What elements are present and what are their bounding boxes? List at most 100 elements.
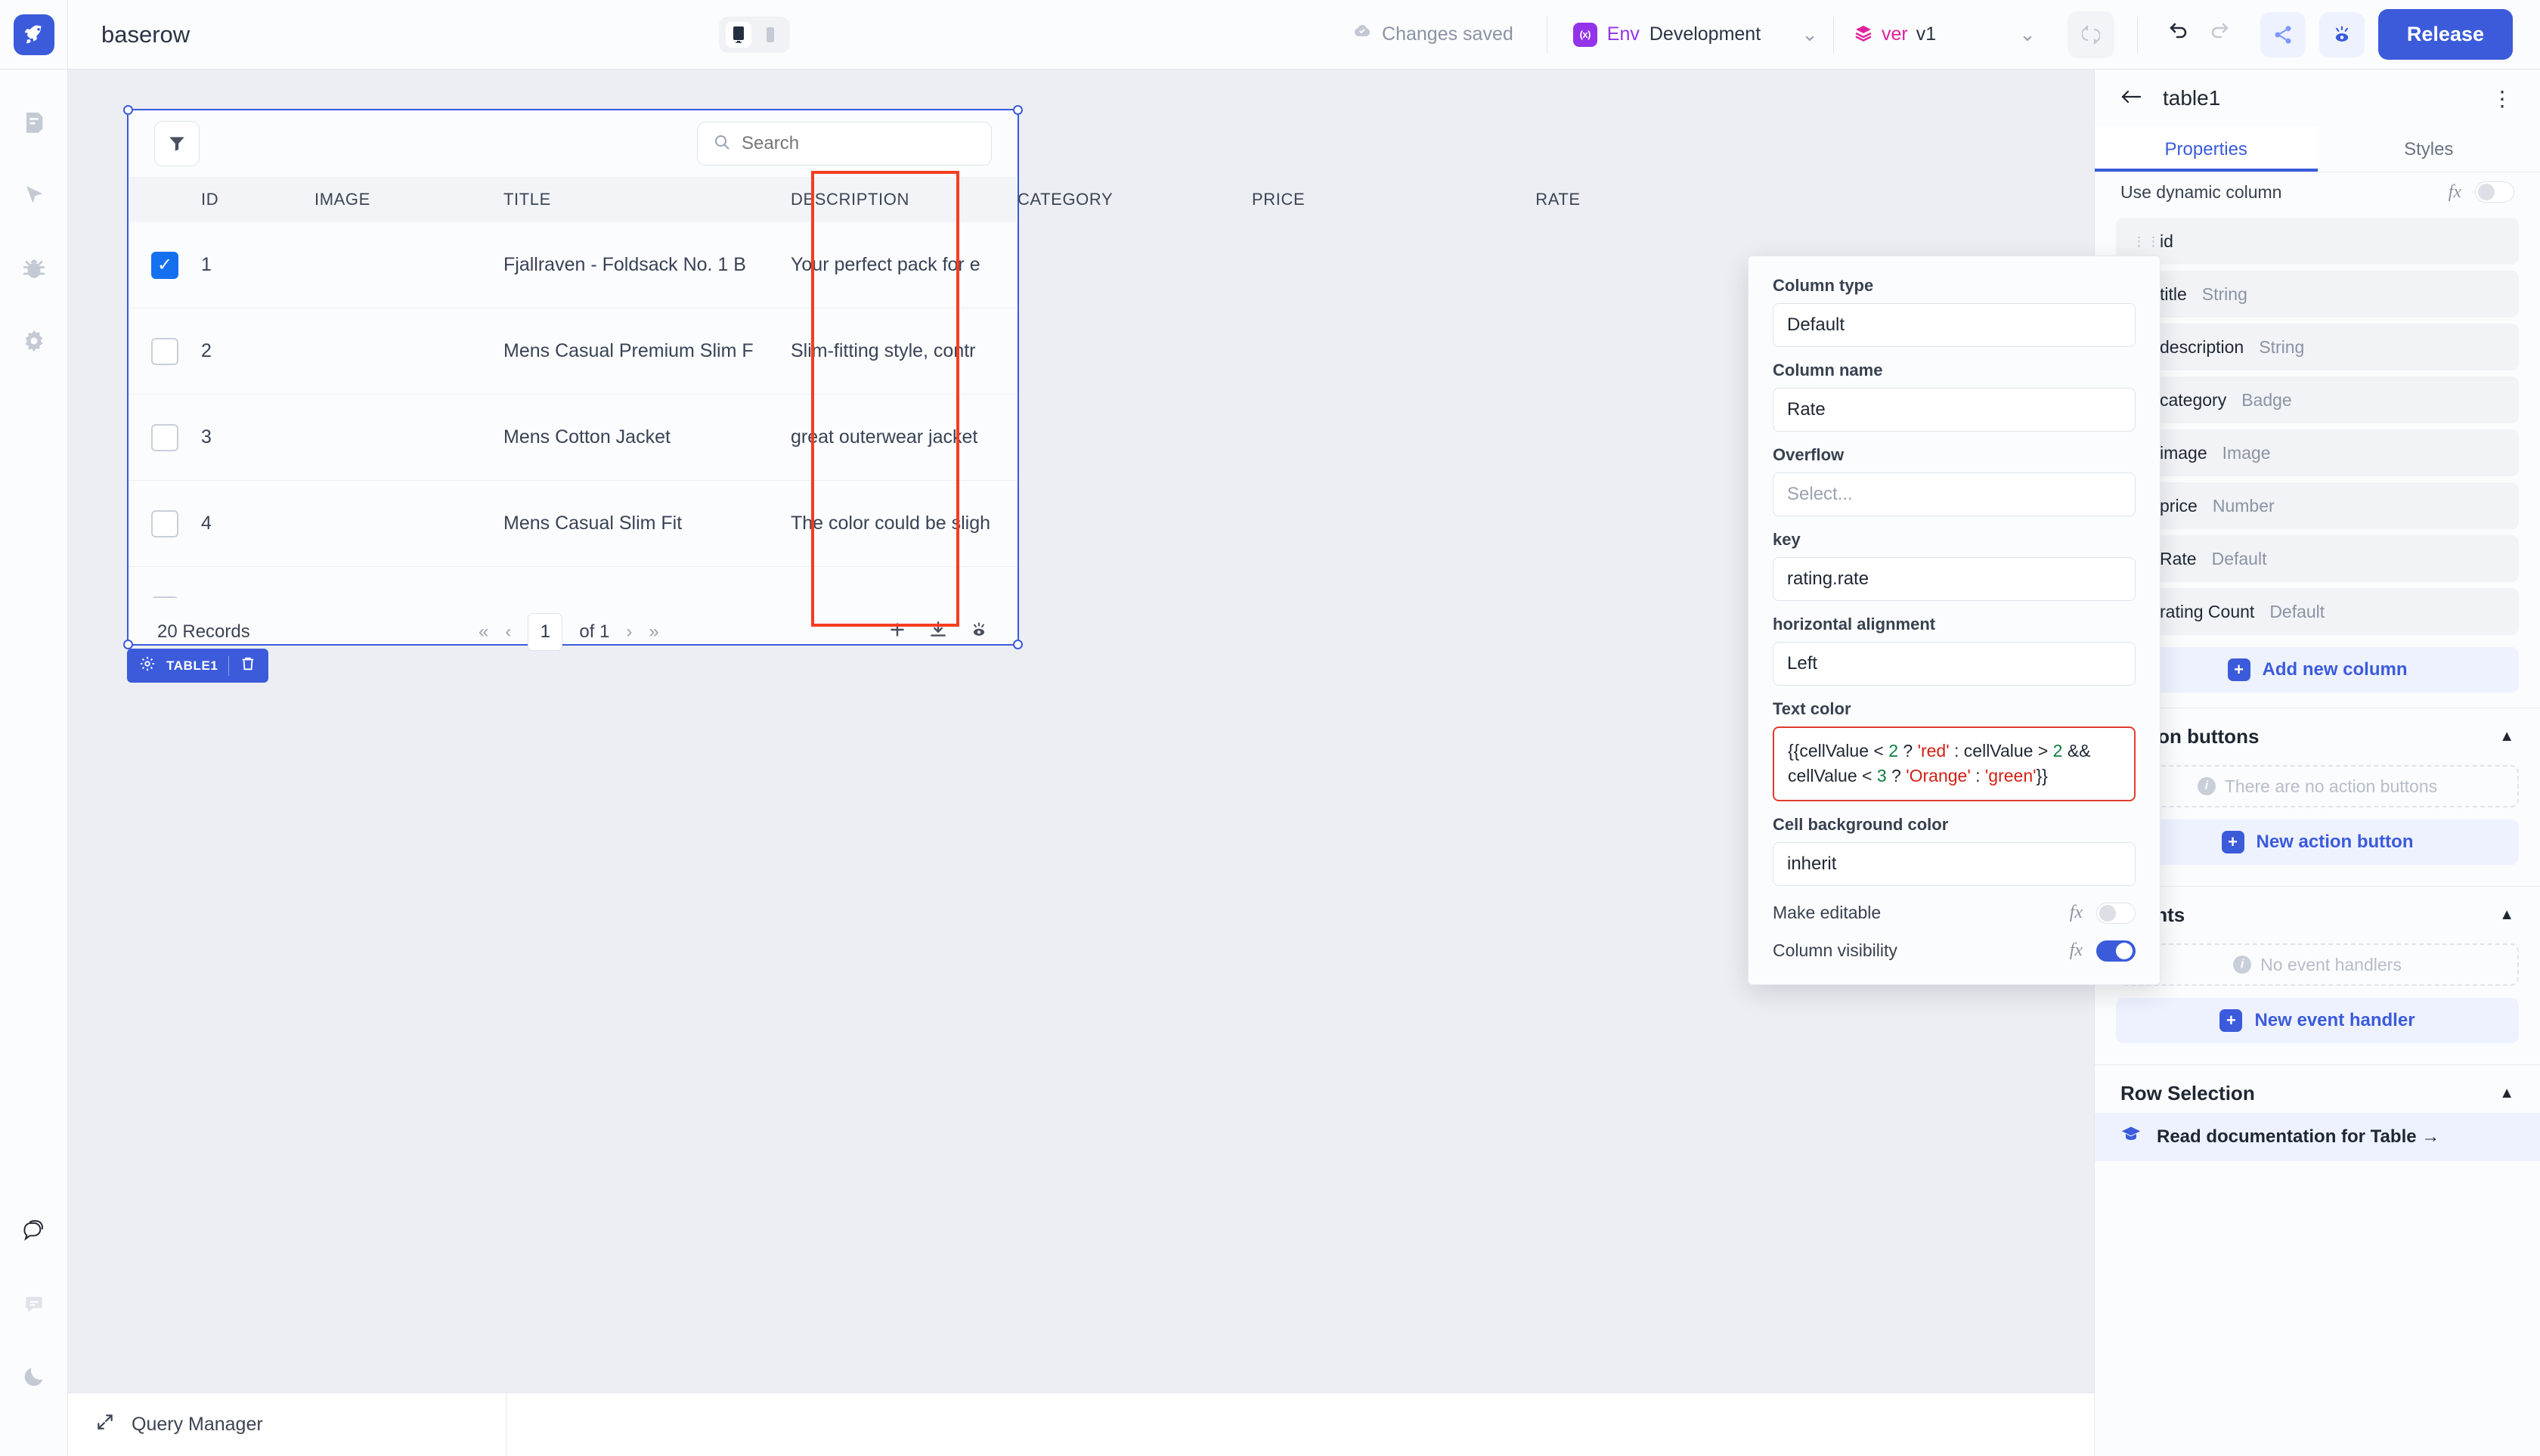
dark-mode-moon-icon[interactable] xyxy=(11,1353,57,1400)
widget-tag[interactable]: TABLE1 xyxy=(127,649,268,683)
row-checkbox[interactable] xyxy=(151,510,178,537)
cell-title: Fjallraven - Foldsack No. 1 B xyxy=(503,254,791,276)
row-checkbox-cell[interactable]: ✓ xyxy=(129,252,201,279)
page-number-input[interactable]: 1 xyxy=(528,613,562,651)
column-list-item[interactable]: ⋮⋮ image Image xyxy=(2116,429,2519,476)
settings-gear-icon[interactable] xyxy=(11,318,57,364)
column-list-item[interactable]: ⋮⋮ Rate Default xyxy=(2116,535,2519,582)
column-visibility-row: Column visibility fx xyxy=(1773,940,2136,962)
redo-icon[interactable] xyxy=(2209,20,2233,49)
header-price[interactable]: PRICE xyxy=(1252,190,1479,209)
collapse-caret-icon[interactable]: ▲ xyxy=(2499,906,2514,924)
row-checkbox-cell[interactable] xyxy=(129,424,201,451)
tab-styles[interactable]: Styles xyxy=(2318,127,2540,172)
mobile-icon[interactable] xyxy=(757,22,783,48)
make-editable-toggle[interactable] xyxy=(2096,903,2136,924)
cell-image xyxy=(314,320,503,383)
row-checkbox[interactable] xyxy=(151,596,178,599)
visibility-eye-icon[interactable] xyxy=(969,620,989,645)
column-visibility-toggle[interactable] xyxy=(2096,940,2136,962)
header-image[interactable]: IMAGE xyxy=(314,190,503,209)
search-field[interactable] xyxy=(742,133,976,154)
column-list-item[interactable]: ⋮⋮ price Number xyxy=(2116,482,2519,529)
widget-settings-gear-icon[interactable] xyxy=(139,655,156,676)
new-action-button[interactable]: + New action button xyxy=(2116,819,2519,865)
resize-handle[interactable] xyxy=(1013,640,1023,649)
header-title[interactable]: TITLE xyxy=(503,190,791,209)
environment-selector[interactable]: (x) Env Development xyxy=(1547,23,1786,47)
row-checkbox[interactable] xyxy=(151,338,178,365)
column-type-select[interactable]: Default xyxy=(1773,303,2136,347)
cell-bg-input[interactable]: inherit xyxy=(1773,842,2136,886)
collapse-caret-icon[interactable]: ▲ xyxy=(2499,728,2514,745)
comment-icon[interactable] xyxy=(11,1281,57,1327)
row-checkbox-cell[interactable] xyxy=(129,510,201,537)
column-list-item[interactable]: ⋮⋮ description String xyxy=(2116,324,2519,370)
download-icon[interactable] xyxy=(928,620,948,645)
new-event-handler-button[interactable]: + New event handler xyxy=(2116,998,2519,1043)
row-checkbox-cell[interactable] xyxy=(129,338,201,365)
column-list-item[interactable]: ⋮⋮ title String xyxy=(2116,271,2519,318)
add-new-column-button[interactable]: + Add new column xyxy=(2116,647,2519,692)
undo-icon[interactable] xyxy=(2165,20,2189,49)
overflow-select[interactable]: Select... xyxy=(1773,472,2136,516)
first-page-button[interactable]: « xyxy=(479,621,488,643)
preview-eye-icon[interactable] xyxy=(2319,12,2365,57)
alignment-select[interactable]: Left xyxy=(1773,642,2136,686)
search-input[interactable] xyxy=(697,122,992,166)
header-rate[interactable]: RATE xyxy=(1479,190,1637,209)
kebab-menu-icon[interactable]: ⋮ xyxy=(2492,86,2514,111)
table-row[interactable]: 2 Mens Casual Premium Slim F Slim-fittin… xyxy=(129,308,1018,395)
filter-icon[interactable] xyxy=(154,121,200,166)
pages-icon[interactable] xyxy=(11,100,57,147)
next-page-button[interactable]: › xyxy=(626,621,632,643)
read-documentation-link[interactable]: Read documentation for Table → xyxy=(2095,1113,2540,1161)
row-checkbox[interactable]: ✓ xyxy=(151,252,178,279)
logo-cell[interactable] xyxy=(0,0,68,69)
column-settings-popover[interactable]: Column type Default Column name Rate Ove… xyxy=(1748,256,2161,985)
widget-delete-icon[interactable] xyxy=(240,655,256,676)
cursor-icon[interactable] xyxy=(11,172,57,219)
resize-handle[interactable] xyxy=(1013,105,1023,115)
tab-properties[interactable]: Properties xyxy=(2095,127,2318,172)
resize-handle[interactable] xyxy=(123,105,133,115)
column-list-item[interactable]: ⋮⋮ rating Count Default xyxy=(2116,588,2519,635)
column-name-input[interactable]: Rate xyxy=(1773,388,2136,432)
column-name: rating Count xyxy=(2160,602,2254,622)
use-dynamic-column-toggle[interactable] xyxy=(2475,181,2514,203)
chat-bubbles-icon[interactable] xyxy=(11,1208,57,1255)
last-page-button[interactable]: » xyxy=(649,621,658,643)
collapse-caret-icon[interactable]: ▲ xyxy=(2499,1085,2514,1102)
fx-icon[interactable]: fx xyxy=(2070,903,2083,923)
add-row-icon[interactable] xyxy=(887,620,907,645)
header-category[interactable]: CATEGORY xyxy=(1018,190,1252,209)
column-list-item[interactable]: ⋮⋮ category Badge xyxy=(2116,376,2519,423)
header-id[interactable]: ID xyxy=(201,190,314,209)
back-arrow-icon[interactable] xyxy=(2120,88,2142,110)
fx-icon[interactable]: fx xyxy=(2070,940,2083,961)
sync-icon[interactable] xyxy=(2068,11,2114,58)
text-color-code-editor[interactable]: {{cellValue < 2 ? 'red' : cellValue > 2 … xyxy=(1773,726,2136,801)
chevron-down-icon[interactable]: ⌄ xyxy=(1786,23,1833,46)
cell-id: 2 xyxy=(201,340,314,362)
table-row[interactable]: 5 John Hardy Women's Legend From our Leg… xyxy=(129,567,1018,598)
table-widget[interactable]: ID IMAGE TITLE DESCRIPTION CATEGORY PRIC… xyxy=(127,109,1019,646)
header-description[interactable]: DESCRIPTION xyxy=(791,190,1018,209)
row-checkbox[interactable] xyxy=(151,424,178,451)
column-list-item[interactable]: ⋮⋮ id xyxy=(2116,218,2519,265)
row-checkbox-cell[interactable] xyxy=(129,596,201,599)
query-manager-button[interactable]: Query Manager xyxy=(68,1393,506,1456)
chevron-down-icon[interactable]: ⌄ xyxy=(1936,23,2051,46)
table-row[interactable]: 4 Mens Casual Slim Fit The color could b… xyxy=(129,481,1018,567)
table-row[interactable]: ✓ 1 Fjallraven - Foldsack No. 1 B Your p… xyxy=(129,222,1018,308)
fx-icon[interactable]: fx xyxy=(2449,182,2461,203)
bug-icon[interactable] xyxy=(11,245,57,292)
drag-handle-icon[interactable]: ⋮⋮ xyxy=(2133,239,2145,244)
prev-page-button[interactable]: ‹ xyxy=(505,621,511,643)
release-button[interactable]: Release xyxy=(2378,9,2513,60)
share-icon[interactable] xyxy=(2260,12,2306,57)
key-input[interactable]: rating.rate xyxy=(1773,557,2136,601)
desktop-icon[interactable] xyxy=(726,22,751,48)
table-row[interactable]: 3 Mens Cotton Jacket great outerwear jac… xyxy=(129,395,1018,481)
version-selector[interactable]: ver v1 xyxy=(1834,23,1936,45)
